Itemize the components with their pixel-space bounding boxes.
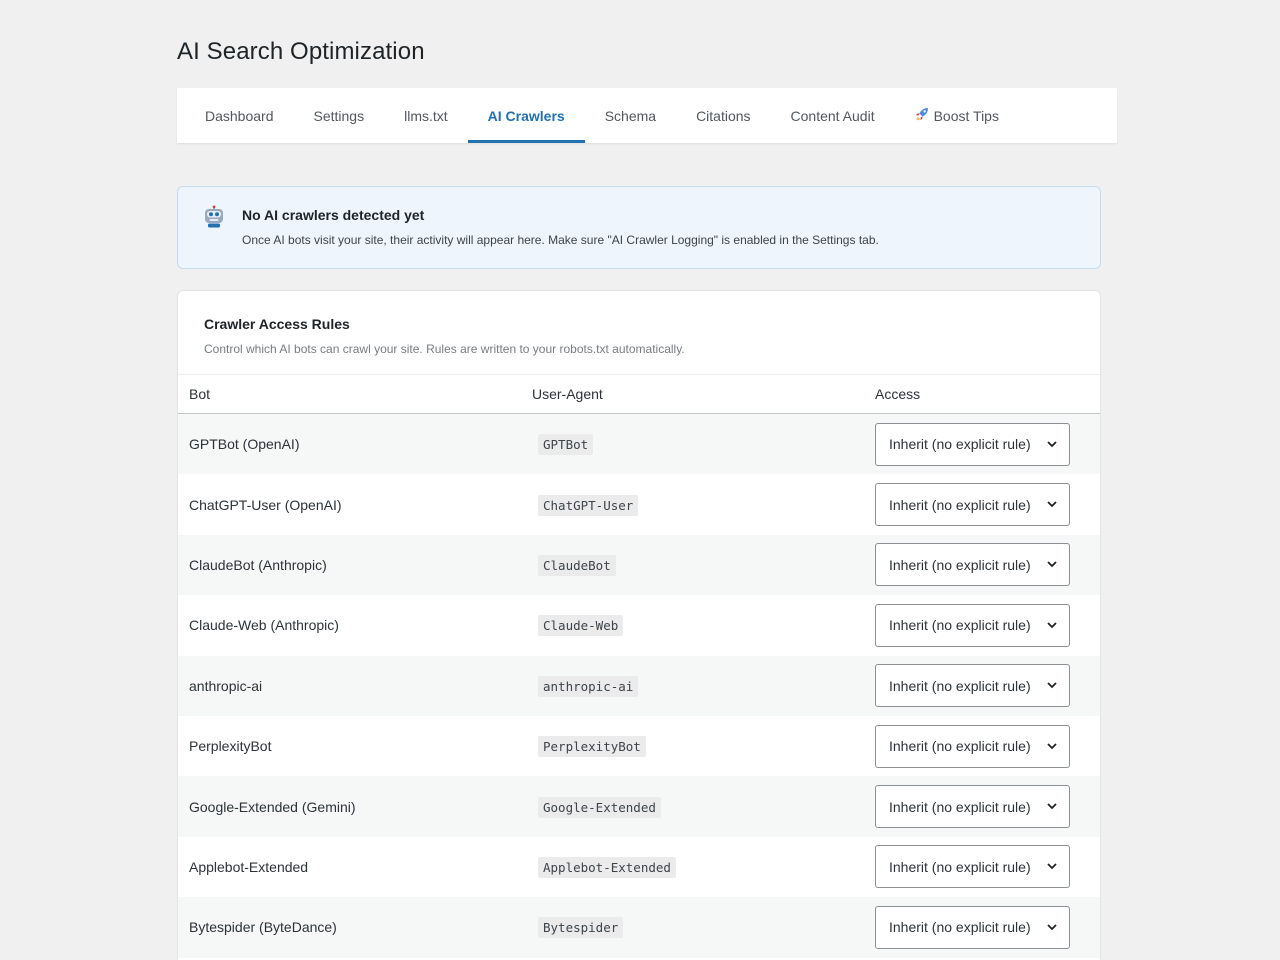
table-row: PerplexityBot PerplexityBot Inherit (no … [178, 715, 1100, 777]
card-header: Crawler Access Rules Control which AI bo… [178, 291, 1100, 375]
access-select-value: Inherit (no explicit rule) [889, 738, 1031, 755]
access-select[interactable]: Inherit (no explicit rule) [875, 905, 1070, 949]
access-select[interactable]: Inherit (no explicit rule) [875, 543, 1070, 587]
access-select-value: Inherit (no explicit rule) [889, 919, 1031, 936]
tab-label: Citations [696, 107, 751, 124]
user-agent-cell: ClaudeBot [521, 554, 864, 576]
access-select-value: Inherit (no explicit rule) [889, 677, 1031, 694]
table-row: Google-Extended (Gemini) Google-Extended… [178, 776, 1100, 837]
column-header-user-agent: User-Agent [532, 386, 603, 402]
tab-bar: Dashboard Settings llms.txt AI Crawlers … [177, 88, 1117, 143]
user-agent-cell: Applebot-Extended [521, 856, 864, 878]
tab-label: Schema [604, 107, 657, 124]
rocket-icon [915, 107, 929, 124]
user-agent-cell: Claude-Web [521, 615, 864, 637]
bot-name: Claude-Web (Anthropic) [189, 617, 339, 634]
tab-label: Settings [313, 107, 365, 124]
access-select[interactable]: Inherit (no explicit rule) [875, 664, 1070, 708]
chevron-down-icon [1047, 743, 1057, 749]
tab-label: Content Audit [790, 107, 875, 124]
table-row: GPTBot (OpenAI) GPTBot Inherit (no expli… [178, 414, 1100, 475]
user-agent-cell: PerplexityBot [521, 736, 864, 758]
access-select-value: Inherit (no explicit rule) [889, 556, 1031, 573]
access-select-value: Inherit (no explicit rule) [889, 436, 1031, 453]
chevron-down-icon [1047, 622, 1057, 629]
access-select-value: Inherit (no explicit rule) [889, 798, 1031, 815]
chevron-down-icon [1047, 441, 1057, 447]
tab-schema[interactable]: Schema [585, 88, 676, 143]
user-agent-cell: GPTBot [521, 434, 864, 456]
bot-name: ClaudeBot (Anthropic) [189, 556, 327, 573]
user-agent-code: Bytespider [538, 917, 624, 939]
bot-name: Applebot-Extended [189, 858, 309, 875]
table-row: Bytespider (ByteDance) Bytespider Inheri… [178, 897, 1100, 958]
no-crawlers-notice: No AI crawlers detected yet Once AI bots… [177, 186, 1101, 269]
bot-name: Google-Extended (Gemini) [189, 798, 356, 815]
user-agent-cell: ChatGPT-User [521, 494, 864, 516]
table-row: anthropic-ai anthropic-ai Inherit (no ex… [178, 655, 1100, 716]
tab-dashboard[interactable]: Dashboard [185, 88, 294, 143]
bot-name: ChatGPT-User (OpenAI) [189, 496, 342, 513]
tab-label: Boost Tips [933, 107, 999, 124]
user-agent-cell: Bytespider [521, 917, 864, 939]
user-agent-code: Claude-Web [538, 615, 624, 637]
table-header: Bot User-Agent Access [178, 375, 1100, 414]
access-select[interactable]: Inherit (no explicit rule) [875, 845, 1070, 889]
table-row: Claude-Web (Anthropic) Claude-Web Inheri… [178, 595, 1100, 656]
card-title: Crawler Access Rules [204, 316, 350, 332]
bot-name: anthropic-ai [189, 677, 263, 694]
notice-text: Once AI bots visit your site, their acti… [242, 233, 879, 247]
tab-label: Dashboard [205, 107, 274, 124]
chevron-down-icon [1047, 863, 1057, 870]
notice-title: No AI crawlers detected yet [242, 207, 425, 223]
tab-settings[interactable]: Settings [294, 88, 385, 143]
chevron-down-icon [1047, 803, 1057, 810]
page-title: AI Search Optimization [177, 38, 425, 65]
table-row: ChatGPT-User (OpenAI) ChatGPT-User Inher… [178, 474, 1100, 535]
user-agent-code: ChatGPT-User [538, 494, 639, 516]
bot-name: PerplexityBot [189, 738, 272, 755]
user-agent-code: Applebot-Extended [538, 856, 676, 878]
access-select[interactable]: Inherit (no explicit rule) [875, 603, 1070, 647]
column-header-bot: Bot [189, 386, 211, 402]
bot-name: GPTBot (OpenAI) [189, 436, 300, 453]
tab-ai-crawlers[interactable]: AI Crawlers [467, 88, 585, 143]
tab-label: AI Crawlers [487, 107, 565, 124]
bot-name: Bytespider (ByteDance) [189, 919, 337, 936]
tab-llms-txt[interactable]: llms.txt [384, 88, 468, 143]
access-select[interactable]: Inherit (no explicit rule) [875, 724, 1070, 768]
tab-label: llms.txt [404, 107, 448, 124]
user-agent-cell: Google-Extended [521, 796, 864, 818]
table-row: ClaudeBot (Anthropic) ClaudeBot Inherit … [178, 534, 1100, 596]
user-agent-cell: anthropic-ai [521, 675, 864, 697]
crawler-access-rules-card: Crawler Access Rules Control which AI bo… [177, 290, 1101, 960]
tab-boost-tips[interactable]: Boost Tips [895, 88, 1019, 143]
main-content: AI Search Optimization Dashboard Setting… [163, 28, 1117, 960]
access-select-value: Inherit (no explicit rule) [889, 617, 1031, 634]
chevron-down-icon [1047, 501, 1057, 508]
user-agent-code: GPTBot [538, 434, 594, 456]
access-select[interactable]: Inherit (no explicit rule) [875, 785, 1070, 829]
tab-citations[interactable]: Citations [676, 88, 770, 143]
column-header-access: Access [875, 386, 921, 402]
access-select-value: Inherit (no explicit rule) [889, 496, 1031, 513]
user-agent-code: Google-Extended [538, 796, 661, 818]
user-agent-code: anthropic-ai [538, 675, 639, 697]
robot-icon [205, 205, 223, 228]
table-row: Applebot-Extended Applebot-Extended Inhe… [178, 836, 1100, 898]
access-select[interactable]: Inherit (no explicit rule) [875, 422, 1070, 466]
user-agent-code: ClaudeBot [538, 554, 616, 576]
user-agent-code: PerplexityBot [538, 736, 646, 758]
chevron-down-icon [1047, 561, 1057, 568]
card-subtitle: Control which AI bots can crawl your sit… [204, 342, 685, 356]
access-select[interactable]: Inherit (no explicit rule) [875, 483, 1070, 527]
access-select-value: Inherit (no explicit rule) [889, 858, 1031, 875]
chevron-down-icon [1047, 682, 1057, 689]
tab-content-audit[interactable]: Content Audit [771, 88, 895, 143]
table-body: GPTBot (OpenAI) GPTBot Inherit (no expli… [178, 414, 1100, 958]
chevron-down-icon [1047, 924, 1057, 931]
